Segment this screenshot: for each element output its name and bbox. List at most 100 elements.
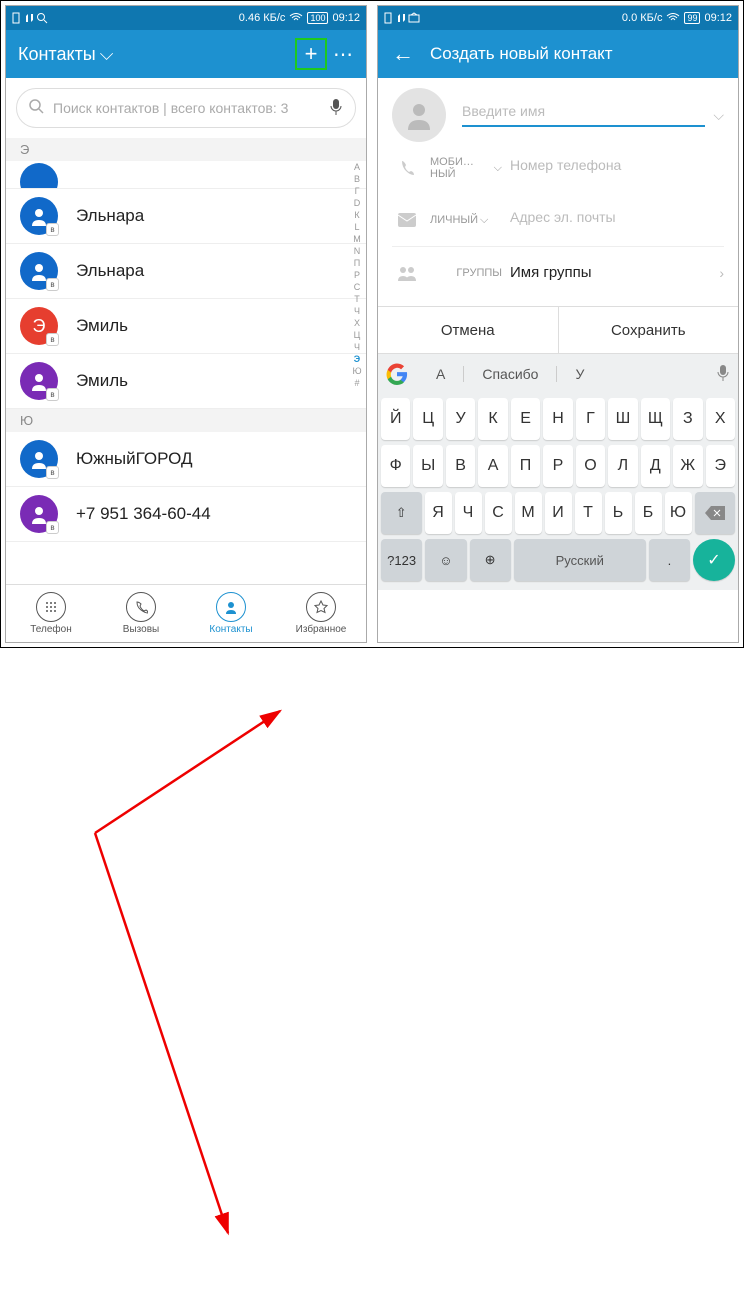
key[interactable]: О [576,445,605,487]
group-label: ГРУППЫ [430,267,502,279]
list-item[interactable] [6,161,366,189]
bottom-nav: Телефон Вызовы Контакты Избранное [6,584,366,642]
net-speed: 0.46 КБ/с [239,12,286,24]
phone-type-dropdown[interactable]: МОБИ…НЫЙ⌵ [430,156,502,180]
list-item[interactable]: в+7 951 364-60-44 [6,487,366,542]
google-icon[interactable] [386,363,408,385]
group-icon [392,265,422,281]
key[interactable]: К [478,398,507,440]
key[interactable]: Э [706,445,735,487]
more-button[interactable]: ⋯ [333,42,354,67]
mic-icon[interactable] [716,364,730,385]
key[interactable]: П [511,445,540,487]
numeric-key[interactable]: ?123 [381,539,422,581]
key[interactable]: Ч [455,492,482,534]
key[interactable]: Д [641,445,670,487]
list-item[interactable]: вЭльнара [6,244,366,299]
email-field[interactable]: Адрес эл. почты [510,209,724,232]
key[interactable]: Б [635,492,662,534]
search-icon [36,12,50,24]
nav-favorites[interactable]: Избранное [276,585,366,642]
nav-calls[interactable]: Вызовы [96,585,186,642]
nav-phone[interactable]: Телефон [6,585,96,642]
save-button[interactable]: Сохранить [558,307,739,353]
key[interactable]: Й [381,398,410,440]
key[interactable]: У [446,398,475,440]
enter-key[interactable]: ✓ [693,539,735,581]
suggestion-bar: А Спасибо У [378,354,738,394]
contact-list: Э вЭльнара вЭльнара ЭвЭмиль вЭмиль Ю вЮж… [6,138,366,584]
add-contact-button[interactable]: + [295,38,327,70]
name-field[interactable]: Введите имя [462,103,705,127]
plus-icon: + [305,41,318,67]
chevron-right-icon[interactable]: › [719,265,724,281]
status-bar: 0.46 КБ/с 100 09:12 [6,6,366,30]
key[interactable]: И [545,492,572,534]
key[interactable]: А [478,445,507,487]
key[interactable]: Ю [665,492,692,534]
key[interactable]: В [446,445,475,487]
emoji-key[interactable]: ☺ [425,539,466,581]
list-item[interactable]: вЭмиль [6,354,366,409]
list-item[interactable]: вЮжныйГОРОД [6,432,366,487]
suggestion[interactable]: У [557,366,602,382]
key[interactable]: Ы [413,445,442,487]
list-item[interactable]: вЭльнара [6,189,366,244]
key[interactable]: Е [511,398,540,440]
key[interactable]: Ф [381,445,410,487]
suggestion[interactable]: А [418,366,464,382]
action-buttons: Отмена Сохранить [378,306,738,354]
chevron-down-icon: ⌵ [100,44,114,65]
mic-icon[interactable] [329,98,343,119]
annotation-arrows [0,648,744,1298]
sim-icon [12,12,24,24]
group-field[interactable]: Имя группы [510,264,711,281]
new-contact-screen: 0.0 КБ/с 99 09:12 ← Создать новый контак… [377,5,739,643]
avatar-placeholder[interactable] [392,88,446,142]
search-placeholder: Поиск контактов | всего контактов: 3 [53,100,288,116]
key[interactable]: С [485,492,512,534]
expand-icon[interactable]: ⌵ [713,107,724,124]
suggestion[interactable]: Спасибо [464,366,557,382]
key[interactable]: Я [425,492,452,534]
key[interactable]: Н [543,398,572,440]
back-button[interactable]: ← [392,41,414,67]
key[interactable]: Х [706,398,735,440]
phone-icon [392,159,422,177]
section-header: Э [6,138,366,161]
lang-key[interactable]: ⊕ [470,539,511,581]
key[interactable]: Л [608,445,637,487]
alpha-index[interactable]: АBГDКLМNПРСТЧХЦЧЭЮ# [350,161,364,389]
spacebar[interactable]: Русский [514,539,646,581]
nav-contacts[interactable]: Контакты [186,585,276,642]
shift-key[interactable]: ⇧ [381,492,422,534]
contacts-screen: 0.46 КБ/с 100 09:12 Контакты⌵ + ⋯ Поиск … [5,5,367,643]
status-bar: 0.0 КБ/с 99 09:12 [378,6,738,30]
section-header: Ю [6,409,366,432]
header-dropdown[interactable]: Контакты⌵ [18,44,113,65]
cancel-button[interactable]: Отмена [378,307,558,353]
email-type-dropdown[interactable]: ЛИЧНЫЙ⌵ [430,214,502,227]
list-item[interactable]: ЭвЭмиль [6,299,366,354]
wifi-icon [289,13,303,23]
key[interactable]: Р [543,445,572,487]
key[interactable]: Ш [608,398,637,440]
key[interactable]: Ь [605,492,632,534]
key[interactable]: Г [576,398,605,440]
page-title: Создать новый контакт [430,44,613,64]
phone-field[interactable]: Номер телефона [510,157,724,180]
period-key[interactable]: . [649,539,690,581]
search-input[interactable]: Поиск контактов | всего контактов: 3 [16,88,356,128]
email-icon [392,213,422,227]
key[interactable]: Т [575,492,602,534]
key[interactable]: Ц [413,398,442,440]
backspace-key[interactable] [695,492,736,534]
key[interactable]: Ж [673,445,702,487]
battery: 100 [307,12,328,24]
key[interactable]: З [673,398,702,440]
search-icon [29,99,45,118]
keyboard: ЙЦУКЕНГШЩЗХ ФЫВАПРОЛДЖЭ ⇧ЯЧСМИТЬБЮ ?123 … [378,394,738,590]
contacts-header: Контакты⌵ + ⋯ [6,30,366,78]
key[interactable]: М [515,492,542,534]
key[interactable]: Щ [641,398,670,440]
